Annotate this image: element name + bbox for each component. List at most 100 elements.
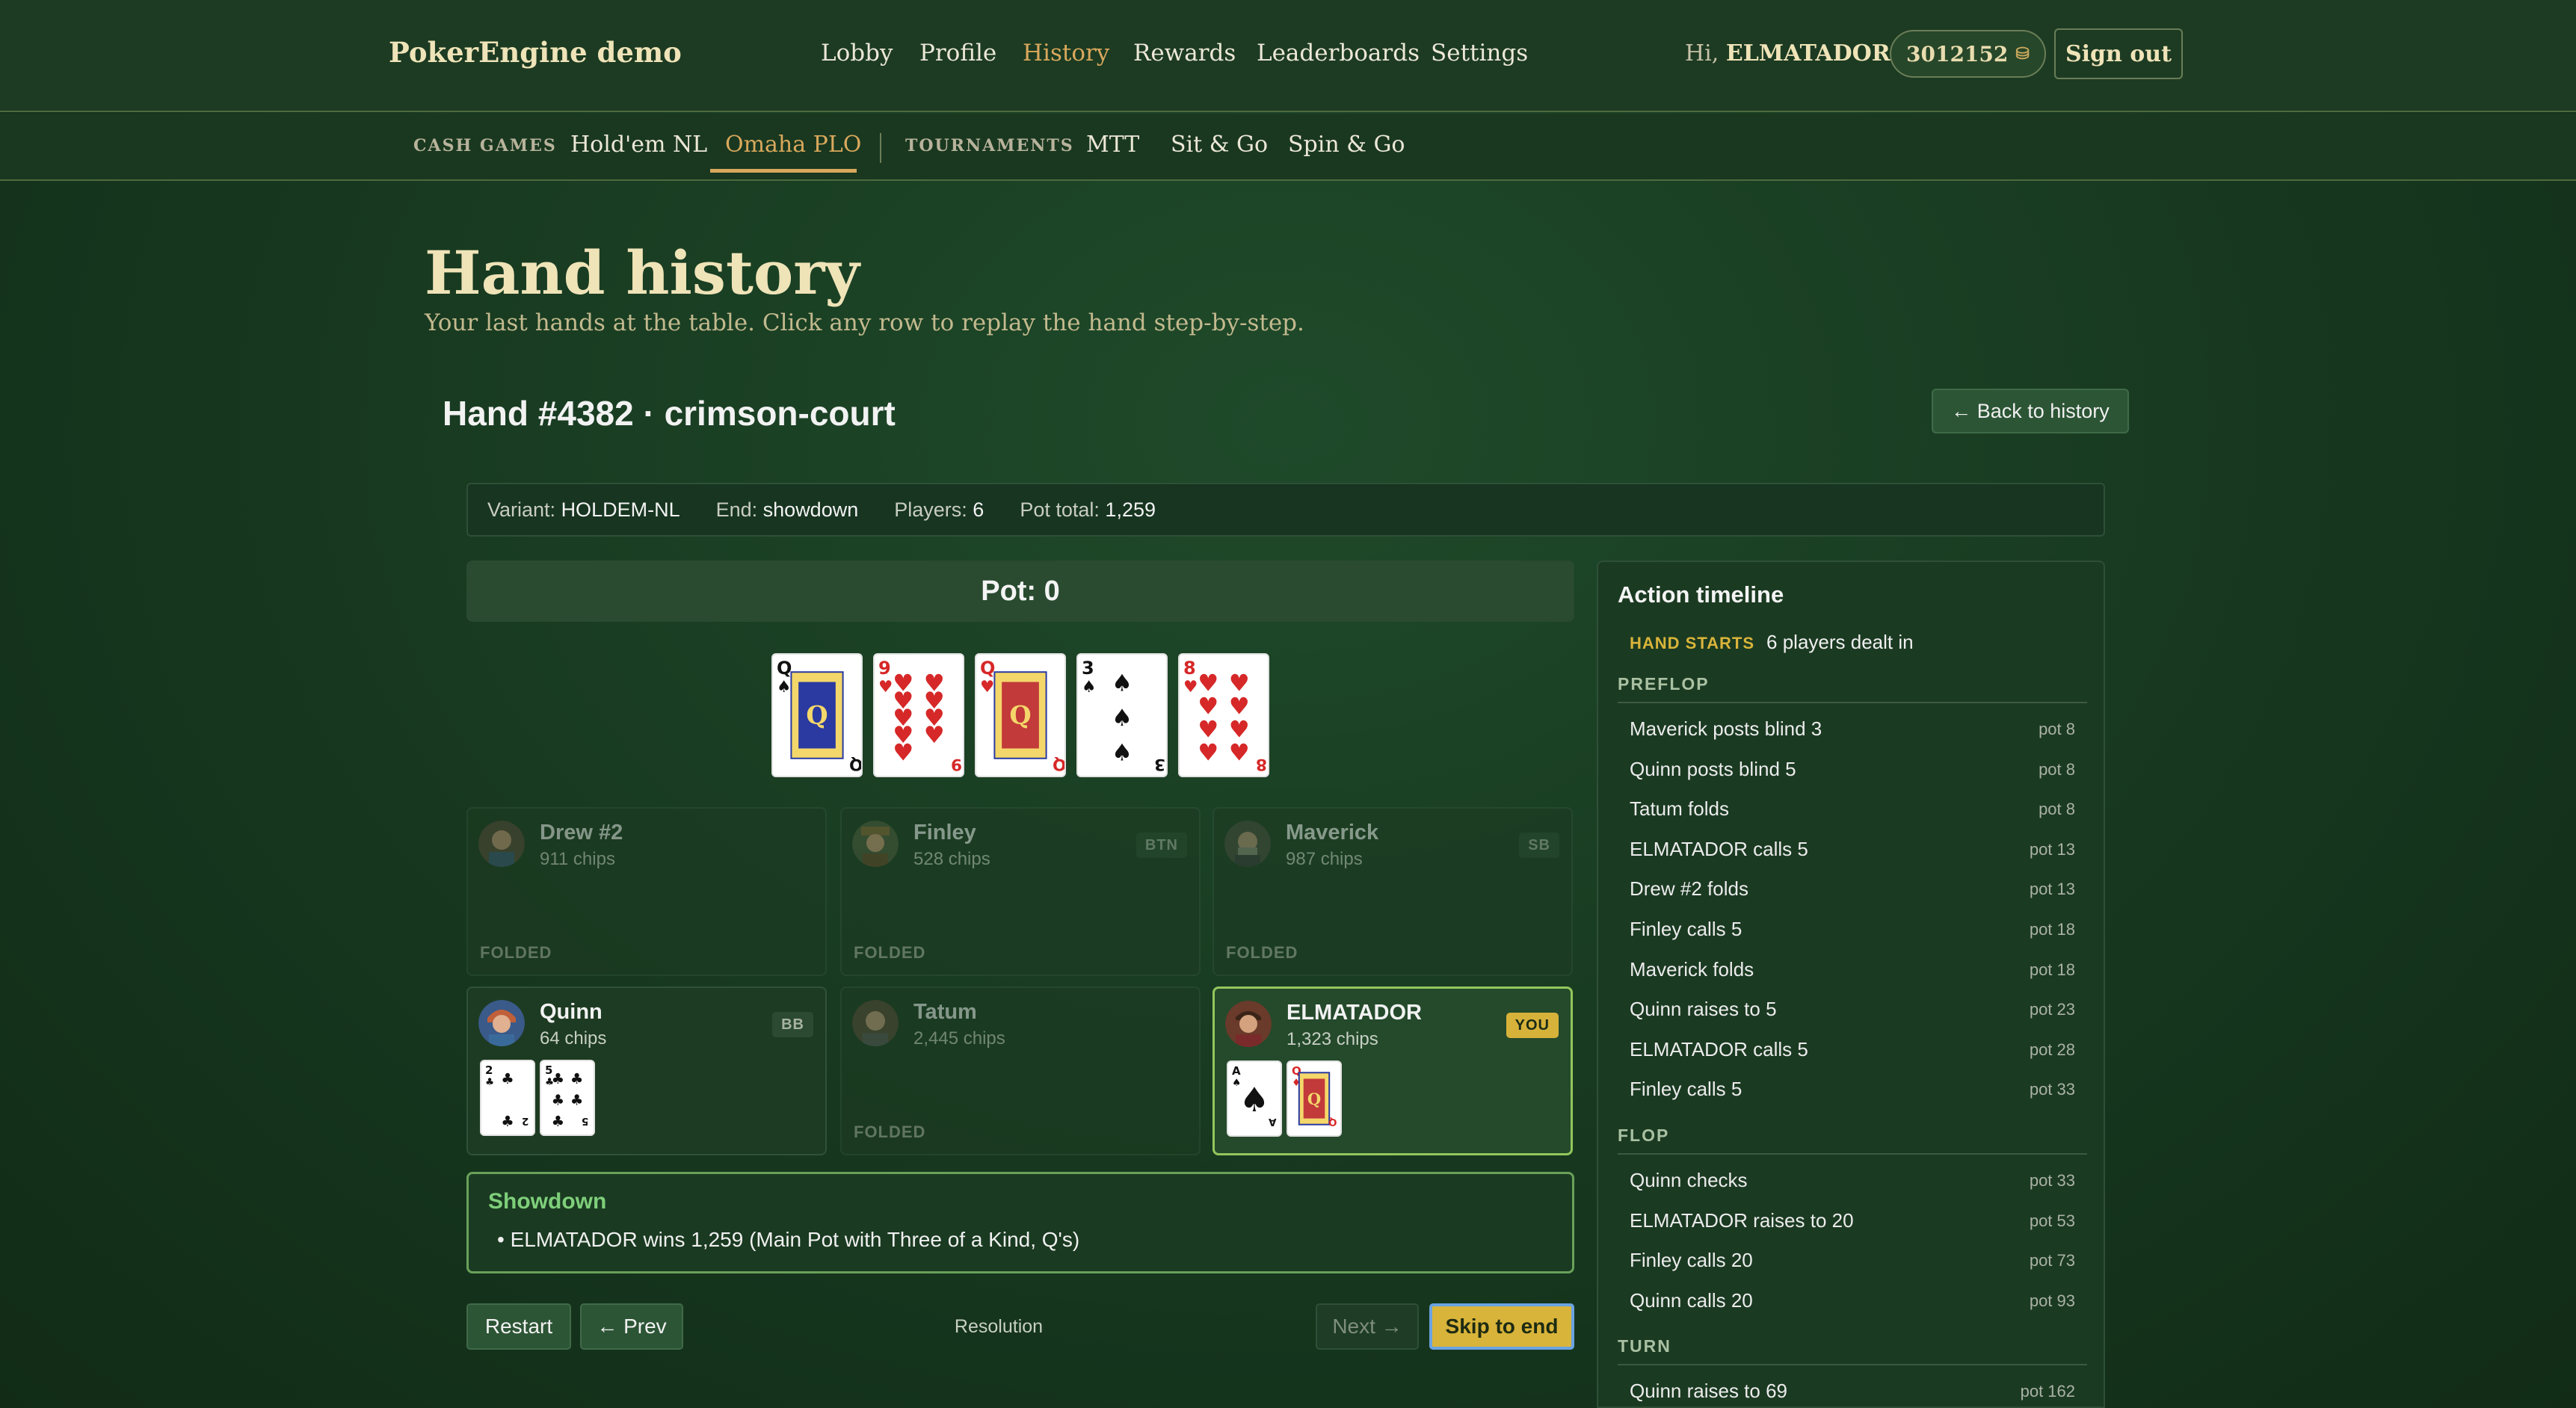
svg-text:♠: ♠	[777, 678, 791, 697]
hand-starts-row: HAND STARTS 6 players dealt in	[1630, 631, 1914, 654]
restart-button[interactable]: Restart	[466, 1303, 571, 1350]
subnav-omaha-plo[interactable]: Omaha PLO	[725, 132, 861, 158]
timeline-action: Quinn calls 20	[1630, 1288, 1753, 1312]
timeline-row[interactable]: Drew #2 folds pot 13	[1630, 877, 2075, 901]
timeline-row[interactable]: Maverick folds pot 18	[1630, 958, 2075, 981]
timeline-row[interactable]: Tatum folds pot 8	[1630, 797, 2075, 821]
player-name: Finley	[913, 821, 976, 845]
timeline-action: Drew #2 folds	[1630, 877, 1748, 901]
prev-button[interactable]: ← Prev	[580, 1303, 683, 1350]
timeline-action: Quinn checks	[1630, 1169, 1748, 1191]
nav-link-history[interactable]: History	[1023, 40, 1109, 67]
timeline-row[interactable]: Quinn posts blind 5 pot 8	[1630, 758, 2075, 781]
svg-text:Q: Q	[849, 755, 861, 774]
timeline-row[interactable]: Quinn raises to 69 pot 162	[1630, 1380, 2075, 1403]
seat-quinn: Quinn 64 chips BB 2 ♣ ♣ ♣ 2 5 ♣ ♣ ♣ ♣ ♣ ♣ 5	[466, 986, 827, 1155]
timeline-phase-turn: TURN	[1618, 1336, 2087, 1366]
info-variant: Variant: HOLDEM-NL	[487, 498, 680, 522]
timeline-action: Finley calls 20	[1630, 1249, 1753, 1272]
svg-text:♣: ♣	[501, 1070, 514, 1087]
step-status: Resolution	[954, 1315, 1044, 1337]
timeline-row[interactable]: Finley calls 5 pot 18	[1630, 918, 2075, 941]
small-blind-badge: SB	[1519, 833, 1559, 858]
skip-to-end-button[interactable]: Skip to end	[1429, 1303, 1574, 1350]
avatar	[1225, 1001, 1272, 1047]
timeline-row[interactable]: ELMATADOR calls 5 pot 13	[1630, 838, 2075, 861]
timeline-pot: pot 33	[2029, 1080, 2075, 1099]
back-to-history-button[interactable]: ← Back to history	[1932, 389, 2129, 433]
timeline-action: Maverick folds	[1630, 957, 1754, 981]
hole-card: 2 ♣ ♣ ♣ 2	[480, 1060, 535, 1136]
folded-label: FOLDED	[1226, 943, 1298, 962]
timeline-pot: pot 8	[2039, 759, 2075, 779]
info-value: 1,259	[1105, 498, 1156, 521]
info-end: End: showdown	[716, 498, 859, 522]
player-chips: 1,323 chips	[1287, 1029, 1378, 1049]
timeline-pot: pot 93	[2029, 1291, 2075, 1310]
seat-elmatador: ELMATADOR 1,323 chips YOU A ♠ ♠ A Q ♦ Q Q	[1212, 986, 1573, 1155]
cash-games-label: CASH GAMES	[413, 136, 557, 155]
svg-text:♠: ♠	[1112, 705, 1133, 732]
player-chips: 528 chips	[913, 849, 990, 869]
sign-out-button[interactable]: Sign out	[2054, 28, 2183, 79]
timeline-action: ELMATADOR raises to 20	[1630, 1208, 1854, 1232]
subnav-mtt[interactable]: MTT	[1086, 132, 1139, 158]
nav-link-profile[interactable]: Profile	[919, 40, 996, 67]
info-players: Players: 6	[894, 498, 984, 522]
avatar	[852, 821, 899, 867]
svg-text:♥: ♥	[1229, 739, 1250, 766]
nav-link-leaderboards[interactable]: Leaderboards	[1257, 40, 1420, 67]
player-chips: 911 chips	[540, 849, 615, 869]
seat-finley: Finley 528 chips BTN FOLDED	[840, 807, 1201, 976]
timeline-row[interactable]: Finley calls 5 pot 33	[1630, 1078, 2075, 1101]
nav-link-settings[interactable]: Settings	[1431, 40, 1528, 67]
svg-text:♥: ♥	[924, 722, 945, 749]
svg-text:♥: ♥	[1183, 678, 1198, 697]
timeline-row[interactable]: Quinn checks pot 33	[1630, 1169, 2075, 1192]
seat-drew-2: Drew #2 911 chips FOLDED	[466, 807, 827, 976]
you-badge: YOU	[1506, 1013, 1559, 1038]
timeline-row[interactable]: Finley calls 20 pot 73	[1630, 1249, 2075, 1272]
timeline-phase-flop: FLOP	[1618, 1126, 2087, 1155]
user-greeting: Hi, ELMATADOR	[1685, 40, 1891, 67]
timeline-row[interactable]: Quinn raises to 5 pot 23	[1630, 998, 2075, 1021]
svg-text:Q: Q	[1053, 755, 1064, 774]
timeline-row[interactable]: ELMATADOR raises to 20 pot 53	[1630, 1209, 2075, 1232]
timeline-action: Quinn raises to 5	[1630, 998, 1777, 1021]
svg-text:9: 9	[951, 755, 962, 774]
svg-text:♠: ♠	[1239, 1080, 1269, 1120]
timeline-action: ELMATADOR calls 5	[1630, 837, 1808, 860]
timeline-row[interactable]: Quinn calls 20 pot 93	[1630, 1289, 2075, 1312]
svg-text:♣: ♣	[485, 1076, 494, 1088]
timeline-action: ELMATADOR calls 5	[1630, 1037, 1808, 1060]
nav-link-lobby[interactable]: Lobby	[821, 40, 893, 67]
svg-text:Q: Q	[1307, 1090, 1321, 1108]
subnav-sit-and-go[interactable]: Sit & Go	[1171, 132, 1268, 158]
svg-text:♠: ♠	[1112, 739, 1133, 766]
svg-text:♣: ♣	[570, 1092, 583, 1109]
svg-text:Q: Q	[806, 700, 828, 730]
brand-logo[interactable]: PokerEngine demo	[389, 36, 682, 69]
timeline-row[interactable]: ELMATADOR calls 5 pot 28	[1630, 1038, 2075, 1061]
next-button[interactable]: Next →	[1316, 1303, 1419, 1350]
player-name: Drew #2	[540, 821, 623, 845]
svg-text:Q: Q	[777, 658, 792, 679]
svg-text:2: 2	[522, 1115, 529, 1127]
seat-maverick: Maverick 987 chips SB FOLDED	[1212, 807, 1573, 976]
nav-link-rewards[interactable]: Rewards	[1133, 40, 1236, 67]
info-value: 6	[973, 498, 985, 521]
timeline-pot: pot 73	[2029, 1251, 2075, 1270]
subnav-spin-and-go[interactable]: Spin & Go	[1288, 132, 1405, 158]
avatar	[478, 1000, 525, 1046]
timeline-pot: pot 23	[2029, 1000, 2075, 1019]
timeline-action: Tatum folds	[1630, 797, 1729, 821]
subnav-holdem-nl[interactable]: Hold'em NL	[570, 132, 707, 158]
info-label: End:	[715, 498, 758, 521]
timeline-row[interactable]: Maverick posts blind 3 pot 8	[1630, 717, 2075, 741]
timeline-title: Action timeline	[1618, 581, 1784, 608]
timeline-pot: pot 162	[2020, 1382, 2075, 1401]
player-chips: 64 chips	[540, 1028, 607, 1049]
info-label: Variant:	[487, 498, 556, 521]
page-title: Hand history	[425, 238, 860, 308]
avatar	[1224, 821, 1271, 867]
